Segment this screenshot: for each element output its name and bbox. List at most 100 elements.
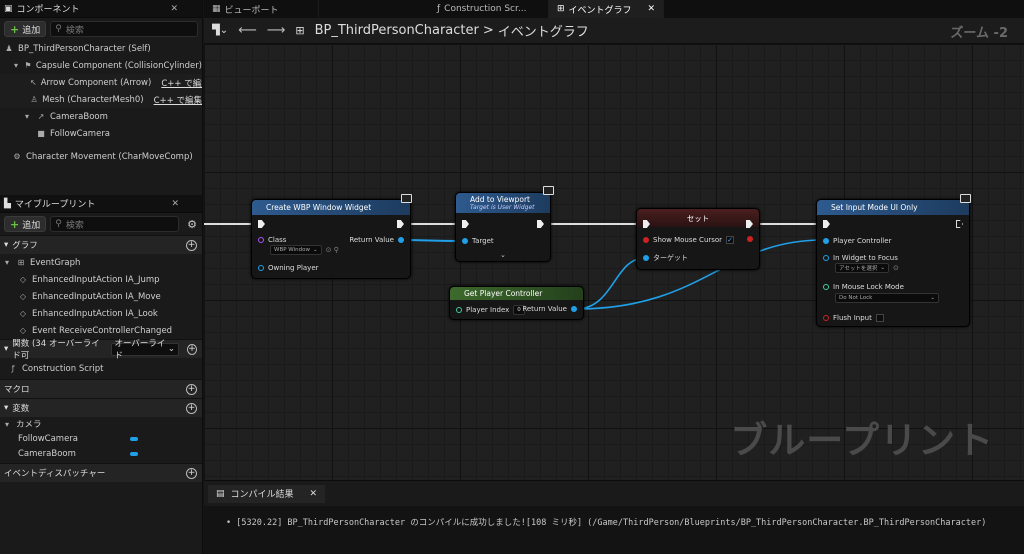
component-item-cameraboom[interactable]: ▾ ↗ CameraBoom	[0, 108, 202, 125]
my-blueprint-tab[interactable]: ▙ マイブループリント ✕	[0, 195, 202, 213]
target-pin[interactable]: Target	[462, 237, 494, 245]
variable-item[interactable]: CameraBoom	[0, 446, 202, 461]
construction-script-item[interactable]: ƒ Construction Script	[0, 360, 202, 377]
target-pin[interactable]: ターゲット	[643, 253, 688, 263]
exec-out-pin[interactable]	[537, 220, 544, 228]
exec-icon	[823, 220, 830, 228]
compile-message[interactable]: [5320.22] BP_ThirdPersonCharacter のコンパイル…	[236, 518, 986, 528]
add-graph-icon[interactable]: +	[186, 239, 197, 251]
class-select[interactable]: WBP Window ⌄ ⊙ ⚲	[270, 245, 339, 255]
gear-icon[interactable]: ⚙	[187, 218, 197, 231]
dispatchers-section-header[interactable]: イベントディスパッチャー +	[0, 463, 202, 482]
pin-label: Owning Player	[268, 264, 319, 272]
components-tab[interactable]: ▣ コンポーネント ✕	[0, 0, 202, 18]
exec-out-pin[interactable]	[956, 220, 963, 228]
tab-event-graph[interactable]: ⊞ イベントグラフ ✕	[549, 0, 664, 18]
variables-section-header[interactable]: ▾ 変数 +	[0, 398, 202, 417]
tab-construction-script[interactable]: ƒ Construction Scr...	[319, 0, 549, 18]
graph-section-header[interactable]: ▾ グラフ +	[0, 235, 202, 254]
chevron-down-icon: ▾	[4, 403, 9, 413]
forward-arrow-icon[interactable]: ⟶	[267, 23, 286, 38]
event-label: EnhancedInputAction IA_Jump	[32, 274, 160, 285]
edit-cpp-link[interactable]: C++ で編集	[154, 94, 202, 106]
construction-script-label: Construction Script	[22, 363, 104, 374]
functions-section-header[interactable]: ▾ 関数 (34 オーバーライド可 オーバーライド ⌄ +	[0, 339, 202, 361]
node-header: Add to Viewport Target is User Widget	[456, 193, 550, 213]
browse-icon[interactable]: ⊙	[893, 264, 899, 272]
close-icon[interactable]: ✕	[171, 199, 179, 209]
chevron-down-icon: ▾	[4, 419, 9, 429]
macros-section-header[interactable]: マクロ +	[0, 379, 202, 398]
edit-cpp-link[interactable]: C++ で編集	[161, 77, 202, 89]
close-icon[interactable]: ✕	[170, 4, 178, 14]
return-value-pin[interactable]: Return Value	[522, 305, 577, 313]
event-item[interactable]: ◇ EnhancedInputAction IA_Jump	[0, 271, 202, 288]
object-pin-icon	[462, 238, 468, 244]
exec-in-pin[interactable]	[823, 220, 830, 228]
back-arrow-icon[interactable]: ⟵	[238, 23, 257, 38]
return-value-pin[interactable]: Return Value	[349, 236, 404, 244]
event-item[interactable]: ◇ EnhancedInputAction IA_Look	[0, 305, 202, 322]
component-item-movement[interactable]: ⚙ Character Movement (CharMoveComp)	[0, 148, 202, 165]
show-mouse-cursor-pin[interactable]: Show Mouse Cursor ✓	[643, 236, 735, 244]
class-pin[interactable]: Class	[258, 236, 286, 244]
lock-mode-dropdown[interactable]: Do Not Lock ⌄	[835, 293, 939, 303]
player-index-pin[interactable]: Player Index 0	[456, 305, 525, 315]
class-dropdown[interactable]: WBP Window ⌄	[270, 245, 322, 255]
component-item-followcamera[interactable]: ■ FollowCamera	[0, 125, 202, 142]
add-component-button[interactable]: + 追加	[4, 21, 47, 37]
event-graph-item[interactable]: ▾ ⊞ EventGraph	[0, 254, 202, 271]
create-widget-node[interactable]: Create WBP Window Widget Class WBP Windo…	[251, 199, 411, 279]
add-to-viewport-node[interactable]: Add to Viewport Target is User Widget Tar…	[455, 192, 551, 262]
set-input-mode-node[interactable]: Set Input Mode UI Only Player Controller…	[816, 199, 970, 327]
component-item-arrow[interactable]: ↖Arrow Component (Arrow) C++ で編集	[0, 74, 202, 91]
override-dropdown[interactable]: オーバーライド ⌄	[110, 339, 180, 361]
close-icon[interactable]: ✕	[647, 4, 655, 14]
add-variable-icon[interactable]: +	[186, 402, 197, 414]
variable-item[interactable]: FollowCamera	[0, 431, 202, 446]
component-label: Arrow Component (Arrow)	[40, 77, 152, 88]
in-widget-pin[interactable]: In Widget to Focus	[823, 254, 898, 262]
breadcrumb-graph[interactable]: イベントグラフ	[498, 21, 589, 40]
add-macro-icon[interactable]: +	[186, 383, 197, 395]
add-dispatcher-icon[interactable]: +	[186, 467, 197, 479]
browse-icon[interactable]: ⊙ ⚲	[326, 246, 339, 254]
add-function-icon[interactable]: +	[187, 343, 197, 355]
breadcrumb-blueprint[interactable]: BP_ThirdPersonCharacter	[315, 23, 479, 38]
blueprint-search-input[interactable]: ⚲ 検索	[50, 216, 180, 232]
pin-label: In Widget to Focus	[833, 254, 898, 262]
camera-category[interactable]: ▾ カメラ	[0, 417, 202, 431]
asset-dropdown[interactable]: アセットを選択 ⌄	[835, 263, 889, 273]
components-search-input[interactable]: ⚲ 検索	[50, 21, 198, 37]
graph-menu-icon[interactable]: ▜⌄	[212, 25, 228, 36]
set-node[interactable]: セット Show Mouse Cursor ✓ ターゲット	[636, 208, 760, 270]
event-icon: ◇	[19, 275, 27, 284]
tab-viewport[interactable]: ▦ ビューポート	[204, 0, 319, 18]
tab-compiler-results[interactable]: ▤ コンパイル結果 ✕	[208, 484, 326, 503]
exec-in-pin[interactable]	[643, 220, 650, 228]
event-item[interactable]: ◇ EnhancedInputAction IA_Move	[0, 288, 202, 305]
lock-mode-select[interactable]: Do Not Lock ⌄	[835, 293, 939, 303]
exec-out-pin[interactable]	[397, 220, 404, 228]
close-icon[interactable]: ✕	[310, 489, 318, 499]
component-item-capsule[interactable]: ▾ ⚑ Capsule Component (CollisionCylinder)	[0, 57, 202, 74]
owning-player-pin[interactable]: Owning Player	[258, 264, 319, 272]
bool-out-pin[interactable]	[747, 236, 753, 242]
component-item-mesh[interactable]: ♙ Mesh (CharacterMesh0) C++ で編集	[0, 91, 202, 108]
asset-select[interactable]: アセットを選択 ⌄ ⊙	[835, 263, 899, 273]
blueprint-icon: ▙	[4, 198, 11, 209]
player-controller-pin[interactable]: Player Controller	[823, 237, 891, 245]
mouse-lock-pin[interactable]: In Mouse Lock Mode	[823, 283, 904, 291]
tab-label: ビューポート	[224, 5, 279, 16]
exec-in-pin[interactable]	[462, 220, 469, 228]
component-item-self[interactable]: ♟ BP_ThirdPersonCharacter (Self)	[0, 40, 202, 57]
checkbox-checked[interactable]: ✓	[726, 236, 735, 244]
exec-out-pin[interactable]	[746, 220, 753, 228]
checkbox-unchecked[interactable]	[875, 314, 884, 322]
exec-in-pin[interactable]	[258, 220, 265, 228]
add-member-button[interactable]: + 追加	[4, 216, 47, 232]
expand-icon[interactable]: ⌄	[500, 251, 506, 259]
event-graph-canvas[interactable]: Create WBP Window Widget Class WBP Windo…	[204, 44, 1024, 480]
get-player-controller-node[interactable]: Get Player Controller Player Index 0 Retu…	[449, 286, 584, 320]
flush-input-pin[interactable]: Flush Input	[823, 314, 884, 322]
